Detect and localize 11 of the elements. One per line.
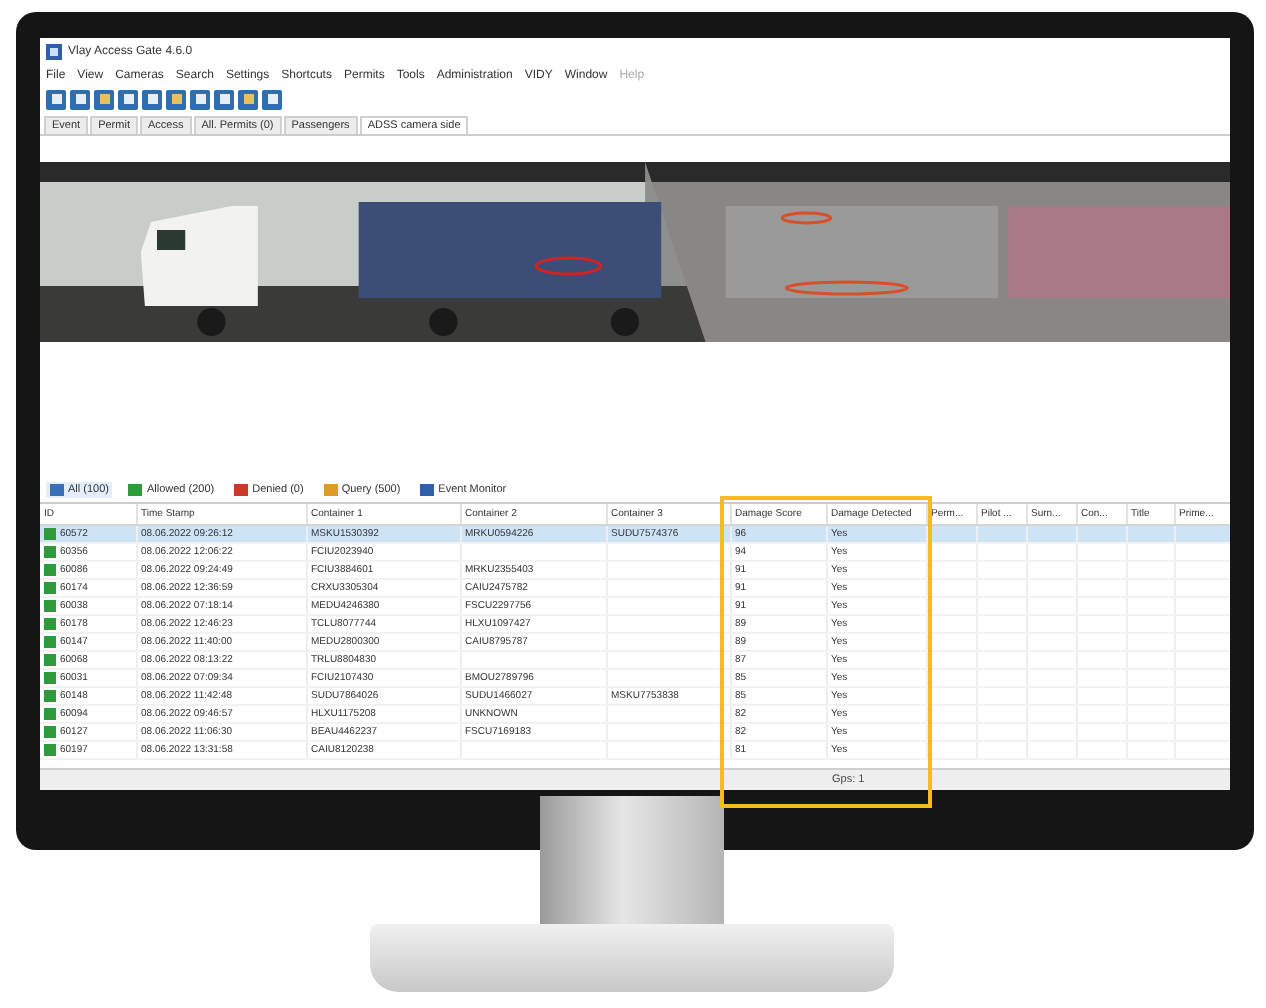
app-icon <box>46 43 62 59</box>
page-icon <box>219 94 229 104</box>
page-icon <box>51 94 61 104</box>
folder-icon <box>243 94 253 104</box>
page-icon <box>195 94 205 104</box>
page-icon <box>123 94 133 104</box>
page-icon <box>267 94 277 104</box>
page-icon <box>147 94 157 104</box>
folder-icon <box>99 94 109 104</box>
page-icon <box>75 94 85 104</box>
folder-icon <box>171 94 181 104</box>
